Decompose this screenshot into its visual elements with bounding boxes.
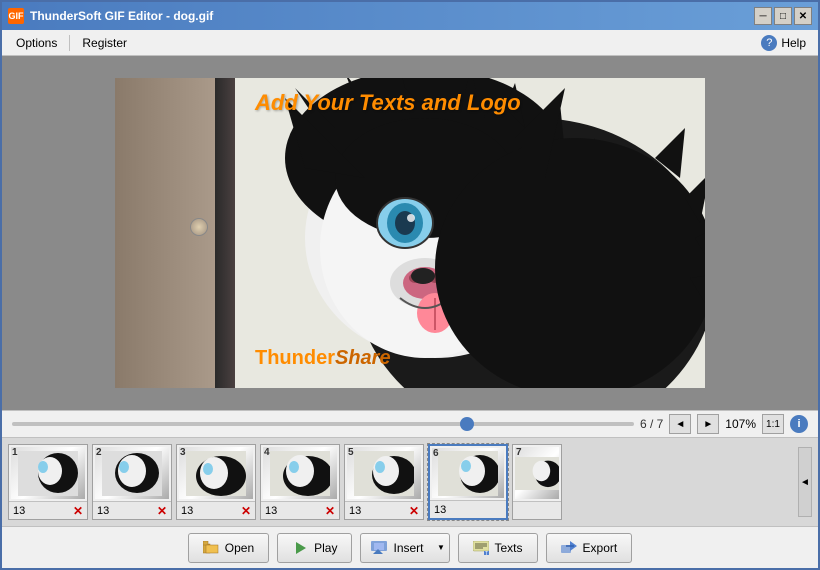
prev-frame-button[interactable]: ◄ — [669, 414, 691, 434]
bottom-toolbar: Open Play Insert — [2, 526, 818, 568]
frame-3[interactable]: 3 13 ✕ — [176, 444, 256, 520]
frame-7-num: 7 — [516, 447, 522, 458]
maximize-button[interactable]: □ — [774, 7, 792, 25]
frame-4-duration: 13 — [265, 505, 277, 517]
insert-dropdown-button[interactable]: ▼ — [434, 533, 450, 563]
gif-preview: Add Your Texts and Logo ThunderShare — [115, 78, 705, 388]
frame-2-img — [95, 447, 169, 499]
frame-2-delete[interactable]: ✕ — [157, 504, 167, 518]
texts-label: Texts — [495, 541, 523, 555]
export-label: Export — [583, 541, 618, 555]
canvas-area: Add Your Texts and Logo ThunderShare — [2, 56, 818, 410]
scroll-left-arrow[interactable]: ◄ — [798, 447, 812, 517]
help-button[interactable]: ? Help — [753, 32, 814, 54]
frame-7-footer — [513, 501, 561, 519]
frame-4-delete[interactable]: ✕ — [325, 504, 335, 518]
open-button[interactable]: Open — [188, 533, 269, 563]
frame-1-num: 1 — [12, 447, 18, 458]
frame-2[interactable]: 2 13 ✕ — [92, 444, 172, 520]
insert-label: Insert — [393, 541, 423, 555]
menu-register[interactable]: Register — [72, 33, 137, 53]
frame-4[interactable]: 4 13 ✕ — [260, 444, 340, 520]
frames-panel: 1 13 ✕ 2 — [2, 438, 818, 526]
frame-7[interactable]: 7 — [512, 444, 562, 520]
frame-3-img — [179, 447, 253, 499]
share-text: Share — [335, 347, 391, 369]
main-window: GIF ThunderSoft GIF Editor - dog.gif ─ □… — [0, 0, 820, 570]
frame-6-num: 6 — [433, 448, 439, 459]
insert-button[interactable]: Insert — [360, 533, 433, 563]
frame-3-duration: 13 — [181, 505, 193, 517]
thunder-text: Thunder — [255, 347, 335, 369]
frame-2-footer: 13 ✕ — [93, 501, 171, 519]
export-button[interactable]: Export — [546, 533, 633, 563]
frame-2-duration: 13 — [97, 505, 109, 517]
svg-text:T: T — [485, 551, 488, 555]
menu-options[interactable]: Options — [6, 33, 67, 53]
texts-icon: T — [473, 540, 489, 556]
play-label: Play — [314, 541, 337, 555]
minimize-button[interactable]: ─ — [754, 7, 772, 25]
open-icon — [203, 540, 219, 556]
app-icon: GIF — [8, 8, 24, 24]
menu-bar: Options Register ? Help — [2, 30, 818, 56]
frame-3-delete[interactable]: ✕ — [241, 504, 251, 518]
frame-counter: 6 / 7 — [640, 417, 663, 431]
frame-6-duration: 13 — [434, 504, 446, 516]
frame-1-duration: 13 — [13, 505, 25, 517]
frame-5-delete[interactable]: ✕ — [409, 504, 419, 518]
frame-5[interactable]: 5 13 ✕ — [344, 444, 424, 520]
frame-3-num: 3 — [180, 447, 186, 458]
export-icon — [561, 540, 577, 556]
frame-4-num: 4 — [264, 447, 270, 458]
insert-icon — [371, 540, 387, 556]
dog-illustration — [115, 78, 705, 388]
frame-1-footer: 13 ✕ — [9, 501, 87, 519]
frame-5-duration: 13 — [349, 505, 361, 517]
frame-6-footer: 13 — [430, 500, 506, 518]
frame-6[interactable]: 6 13 — [428, 444, 508, 520]
window-controls: ─ □ ✕ — [754, 7, 812, 25]
help-icon: ? — [761, 35, 777, 51]
frame-6-img — [432, 448, 504, 498]
frame-1[interactable]: 1 13 ✕ — [8, 444, 88, 520]
frame-3-footer: 13 ✕ — [177, 501, 255, 519]
next-frame-button[interactable]: ► — [697, 414, 719, 434]
frame-5-num: 5 — [348, 447, 354, 458]
playback-bar: 6 / 7 ◄ ► 107% 1:1 i — [2, 410, 818, 438]
open-label: Open — [225, 541, 254, 555]
play-button[interactable]: Play — [277, 533, 352, 563]
info-button[interactable]: i — [790, 415, 808, 433]
help-label: Help — [781, 36, 806, 50]
watermark-top-text: Add Your Texts and Logo — [255, 90, 521, 116]
frame-4-img — [263, 447, 337, 499]
main-area: Add Your Texts and Logo ThunderShare 6 /… — [2, 56, 818, 526]
frame-1-img — [11, 447, 85, 499]
window-title: ThunderSoft GIF Editor - dog.gif — [30, 9, 754, 23]
close-button[interactable]: ✕ — [794, 7, 812, 25]
frame-2-num: 2 — [96, 447, 102, 458]
zoom-level: 107% — [725, 417, 756, 431]
seek-thumb[interactable] — [460, 417, 474, 431]
title-bar: GIF ThunderSoft GIF Editor - dog.gif ─ □… — [2, 2, 818, 30]
frame-5-footer: 13 ✕ — [345, 501, 423, 519]
frame-1-delete[interactable]: ✕ — [73, 504, 83, 518]
texts-button[interactable]: T Texts — [458, 533, 538, 563]
frame-5-img — [347, 447, 421, 499]
play-icon — [292, 540, 308, 556]
ratio-button[interactable]: 1:1 — [762, 414, 784, 434]
menu-separator — [69, 35, 70, 51]
frame-4-footer: 13 ✕ — [261, 501, 339, 519]
insert-split-button: Insert ▼ — [360, 533, 449, 563]
watermark-bottom-text: ThunderShare — [255, 347, 391, 370]
seek-bar[interactable] — [12, 422, 634, 426]
